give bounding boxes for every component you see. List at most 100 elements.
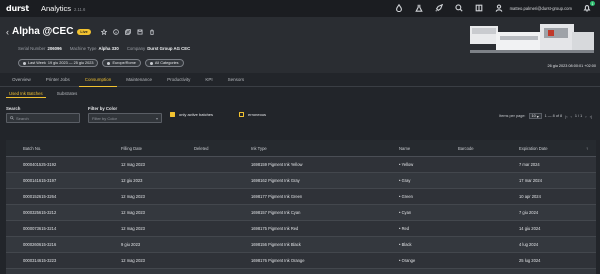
meta-value: 206096 — [47, 46, 62, 51]
info-icon[interactable] — [112, 28, 119, 35]
flask-icon[interactable] — [414, 3, 424, 13]
tab-maintenance[interactable]: Maintenance — [120, 73, 158, 87]
timezone-chip[interactable]: Europe/Rome — [102, 59, 141, 67]
col-name[interactable]: Name — [382, 146, 441, 151]
only-active-checkbox[interactable]: only active batches — [170, 112, 213, 117]
tab-printer-jobs[interactable]: Printer Jobs — [40, 73, 76, 87]
book-icon[interactable] — [474, 3, 484, 13]
subtab-substrates[interactable]: Substrates — [54, 89, 81, 98]
star-icon[interactable] — [100, 28, 107, 35]
table-header: Batch No. Filling Date Deleted Ink Type … — [6, 140, 596, 157]
col-deleted[interactable]: Deleted — [177, 146, 234, 151]
search-placeholder: Search — [16, 115, 29, 121]
cell-ink-type: 1698157 Pigment Ink Cyan — [251, 210, 301, 215]
first-page-icon[interactable]: |‹ — [565, 114, 567, 119]
page-title: Alpha @CEC — [12, 26, 74, 37]
color-filter-label: Filter by Color — [88, 106, 118, 111]
search-input[interactable]: Search — [6, 113, 80, 123]
main-tabs: Overview Printer Jobs Consumption Mainte… — [0, 73, 600, 87]
meta-serial: Serial Number 206096 — [18, 46, 62, 51]
meta-label: Serial Number — [18, 46, 46, 51]
page-indicator: 1 / 1 — [574, 114, 583, 118]
cell-batch-no: 0000401525-3192 — [23, 162, 57, 167]
durst-logo[interactable]: durst — [6, 4, 29, 13]
search-icon[interactable] — [454, 3, 464, 13]
table-row[interactable]: 0000325615-3212 12 mag 2023 1698157 Pigmen… — [6, 205, 596, 221]
table-row[interactable]: 0000427525-324412 giu 20231698168 Pigmen… — [6, 269, 596, 274]
globe-icon — [107, 61, 111, 65]
items-per-page-select[interactable]: 10 ▾ — [528, 113, 542, 119]
category-chip[interactable]: All Categories — [144, 59, 184, 67]
cell-ink-type: 1698176 Pigment Ink Orange — [251, 258, 305, 263]
cell-batch-no: 0000260615-3216 — [23, 242, 57, 247]
delete-icon[interactable] — [149, 29, 155, 35]
user-icon[interactable] — [494, 3, 504, 13]
chevron-down-icon: ▾ — [155, 115, 158, 121]
erroneous-checkbox[interactable]: erroneous — [239, 112, 266, 117]
meta-value: Durst Group AG CEC — [147, 46, 191, 51]
cell-ink-type: 1698175 Pigment Ink Red — [251, 226, 299, 231]
checkbox-filters: only active batches erroneous — [170, 112, 266, 117]
search-icon — [10, 116, 14, 120]
cell-batch-no: 0000314615-3223 — [23, 258, 57, 263]
next-page-icon[interactable]: › — [585, 114, 586, 119]
only-active-label: only active batches — [179, 112, 214, 117]
tab-consumption[interactable]: Consumption — [78, 73, 118, 87]
table-body: 0000401525-3192 12 mag 2023 1698159 Pigmen… — [6, 157, 596, 274]
table-row[interactable]: 0000141615-3197 12 giu 2023 1698162 Pigmen… — [6, 173, 596, 189]
table-row[interactable]: 0000401525-3192 12 mag 2023 1698159 Pigmen… — [6, 157, 596, 173]
user-email[interactable]: matteo.palmeri@durst-group.com — [510, 6, 572, 11]
col-ink-type[interactable]: Ink Type — [234, 146, 382, 151]
ink-name: Cyan — [401, 210, 412, 215]
notifications-button[interactable]: 1 — [582, 1, 595, 13]
header-actions — [100, 28, 155, 35]
table-row[interactable]: 0000260615-3216 9 giu 2023 1698156 Pigment… — [6, 237, 596, 253]
cell-expiration-date: 17 mar 2024 — [519, 178, 542, 183]
sub-tabs: Used Ink Batches Substrates — [0, 89, 88, 98]
tab-productivity[interactable]: Productivity — [161, 73, 196, 87]
cell-expiration-date: 14 giu 2024 — [519, 226, 541, 231]
drop-icon[interactable] — [394, 3, 404, 13]
color-filter-select[interactable]: Filter by Color ▾ — [88, 113, 162, 123]
rocket-icon[interactable] — [434, 3, 444, 13]
sort-arrow-up-icon[interactable]: ↑ — [586, 146, 596, 151]
cell-ink-type: 1698177 Pigment Ink Green — [251, 194, 303, 199]
cell-expiration-date: 7 mar 2024 — [519, 162, 540, 167]
chevron-down-icon: ▾ — [536, 114, 539, 119]
chip-label: All Categories — [154, 61, 179, 65]
cell-filling-date: 12 mag 2023 — [121, 210, 145, 215]
col-barcode[interactable]: Barcode — [441, 146, 502, 151]
tab-overview[interactable]: Overview — [6, 73, 37, 87]
chip-label: Europe/Rome — [112, 61, 136, 65]
meta-label: Machine Type — [69, 46, 97, 51]
table-row[interactable]: 0000152615-3264 12 mag 2023 1698177 Pigmen… — [6, 189, 596, 205]
app-name: Analytics — [40, 4, 71, 13]
save-icon[interactable] — [137, 29, 143, 35]
tab-sensors[interactable]: Sensors — [222, 73, 251, 87]
cell-filling-date: 12 mag 2023 — [121, 258, 145, 263]
copy-icon[interactable] — [124, 28, 131, 35]
cell-name: • Orange — [382, 258, 441, 263]
back-button[interactable]: ‹ — [6, 27, 9, 37]
notification-count-badge: 1 — [590, 1, 595, 6]
cell-filling-date: 12 mag 2023 — [121, 226, 145, 231]
cell-ink-type: 1698156 Pigment Ink Black — [251, 242, 301, 247]
cell-expiration-date: 7 giu 2024 — [519, 210, 539, 215]
search-label: Search — [6, 106, 21, 111]
prev-page-icon[interactable]: ‹ — [571, 114, 572, 119]
meta-company: Company Durst Group AG CEC — [127, 46, 190, 51]
col-filling-date[interactable]: Filling Date — [104, 146, 177, 151]
subtab-used-ink-batches[interactable]: Used Ink Batches — [6, 89, 46, 98]
col-expiration-date[interactable]: Expiration Date — [502, 146, 586, 151]
col-batch-no[interactable]: Batch No. — [6, 146, 104, 151]
ink-name: Orange — [401, 258, 416, 263]
date-range-chip[interactable]: Last Week 19 giu 2023 — 25 giu 2023 — [18, 59, 99, 67]
cell-name: • Yellow — [382, 162, 441, 167]
table-row[interactable]: 0000314615-3223 12 mag 2023 1698176 Pigmen… — [6, 253, 596, 269]
table-row[interactable]: 0000073615-3214 12 mag 2023 1698175 Pigmen… — [6, 221, 596, 237]
search-group: Search Search — [6, 106, 80, 123]
last-page-icon[interactable]: ›| — [590, 114, 592, 119]
items-per-page-value: 10 — [531, 114, 536, 118]
tab-kpi[interactable]: KPI — [199, 73, 218, 87]
ink-name: Green — [401, 194, 413, 199]
